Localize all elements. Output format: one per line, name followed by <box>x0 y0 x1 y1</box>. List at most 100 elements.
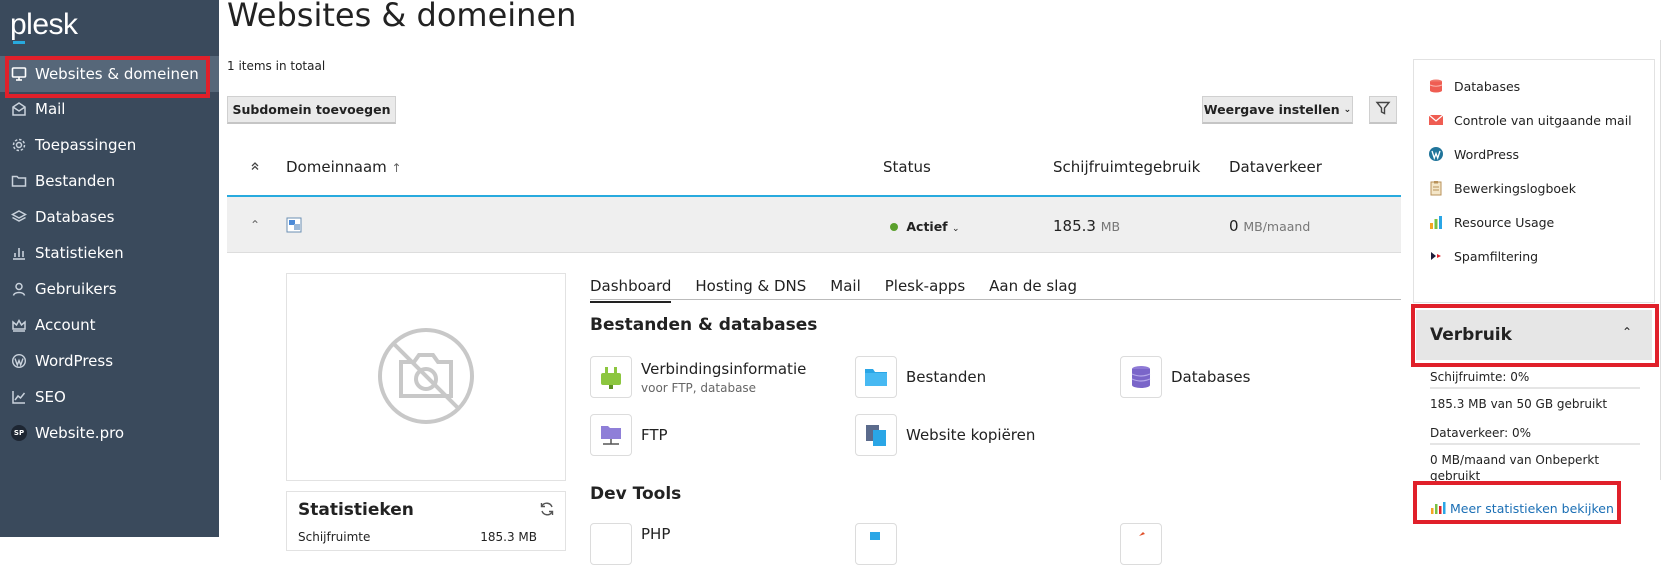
sidebar-item-toepassingen[interactable]: Toepassingen <box>0 127 219 163</box>
sidebar-item-databases[interactable]: Databases <box>0 199 219 235</box>
disk-usage-detail: 185.3 MB van 50 GB gebruikt <box>1430 397 1608 411</box>
disk-usage-bar <box>1430 387 1640 389</box>
folder-icon <box>11 173 27 189</box>
filter-button[interactable] <box>1369 96 1397 124</box>
wordpress-icon <box>1428 146 1444 162</box>
plug-icon <box>590 356 632 398</box>
php-icon <box>590 523 632 565</box>
col-header-status[interactable]: Status <box>883 158 931 176</box>
section-title-files-db: Bestanden & databases <box>590 315 818 335</box>
sidebar-item-statistieken[interactable]: Statistieken <box>0 235 219 271</box>
side-link-outgoing-mail[interactable]: Controle van uitgaande mail <box>1428 112 1632 128</box>
tool-label: Verbindingsinformatie <box>641 359 807 378</box>
sidebar-item-label: Website.pro <box>35 424 125 442</box>
sidebar-item-label: Account <box>35 316 96 334</box>
side-link-wordpress[interactable]: WordPress <box>1428 146 1519 162</box>
traffic-unit: MB/maand <box>1243 219 1311 234</box>
side-link-label: Spamfiltering <box>1454 248 1539 264</box>
ftp-folder-icon <box>590 414 632 456</box>
col-header-traffic[interactable]: Dataverkeer <box>1229 158 1322 176</box>
col-header-disk[interactable]: Schijfruimtegebruik <box>1053 158 1200 176</box>
folder-icon <box>855 356 897 398</box>
domain-favicon-icon[interactable] <box>286 217 302 237</box>
side-link-spamfiltering[interactable]: Spamfiltering <box>1428 248 1538 264</box>
col-header-domain-label: Domeinnaam <box>286 158 387 176</box>
tool-devtool-2[interactable] <box>855 523 906 565</box>
traffic-usage-label: Dataverkeer: 0% <box>1430 426 1531 440</box>
chevron-down-icon: ⌄ <box>951 224 960 234</box>
mail-icon <box>1428 112 1444 128</box>
sidebar-item-label: Gebruikers <box>35 280 117 298</box>
tool-ftp[interactable]: FTP <box>590 414 668 456</box>
col-header-domain[interactable]: Domeinnaam ↑ <box>286 158 402 176</box>
side-link-label: Databases <box>1454 78 1521 94</box>
tool-connection-info[interactable]: Verbindingsinformatie voor FTP, database <box>590 356 806 398</box>
sidebar-item-seo[interactable]: SEO <box>0 379 219 415</box>
sidebar-item-wordpress[interactable]: WordPress <box>0 343 219 379</box>
file-icon <box>855 523 897 565</box>
wordpress-icon <box>11 353 27 369</box>
quick-links-panel: Databases Controle van uitgaande mail Wo… <box>1413 59 1655 303</box>
tool-label: PHP <box>641 525 671 543</box>
sidebar-item-label: Mail <box>35 100 66 118</box>
side-link-databases[interactable]: Databases <box>1428 78 1520 94</box>
disk-usage-cell: 185.3 MB <box>1053 217 1120 235</box>
sidebar-item-bestanden[interactable]: Bestanden <box>0 163 219 199</box>
side-link-label: Bewerkingslogboek <box>1454 180 1576 196</box>
row-collapse-icon[interactable]: ⌃ <box>250 218 260 232</box>
layers-icon <box>11 209 27 225</box>
refresh-icon[interactable] <box>539 501 555 521</box>
sidebar-item-label: Bestanden <box>35 172 116 190</box>
highlight-box-usage <box>1411 304 1659 367</box>
status-dropdown[interactable]: Actief ⌄ <box>890 219 960 234</box>
tool-databases[interactable]: Databases <box>1120 356 1250 398</box>
disk-usage-value: 185.3 <box>1053 217 1096 235</box>
side-link-label: WordPress <box>1454 146 1520 162</box>
tool-label: FTP <box>641 426 668 444</box>
sp-badge-icon: SP <box>11 425 27 441</box>
tool-sublabel: voor FTP, database <box>641 380 757 395</box>
highlight-box-more-stats <box>1413 481 1621 524</box>
status-dot-icon <box>890 223 898 231</box>
section-title-dev-tools: Dev Tools <box>590 484 682 504</box>
mail-icon <box>11 101 27 117</box>
sort-arrow-icon: ↑ <box>391 161 402 175</box>
view-settings-button[interactable]: Weergave instellen ⌄ <box>1202 96 1353 124</box>
view-settings-label: Weergave instellen <box>1203 102 1340 117</box>
side-link-action-log[interactable]: Bewerkingslogboek <box>1428 180 1576 196</box>
user-icon <box>11 281 27 297</box>
tool-files[interactable]: Bestanden <box>855 356 986 398</box>
trend-chart-icon <box>11 389 27 405</box>
scrollbar-track[interactable] <box>1660 40 1661 480</box>
sidebar-item-account[interactable]: Account <box>0 307 219 343</box>
site-preview[interactable] <box>286 273 566 481</box>
chevron-down-icon: ⌄ <box>1343 104 1352 115</box>
sidebar-item-website-pro[interactable]: SP Website.pro <box>0 415 219 451</box>
bar-chart-icon <box>1428 214 1444 230</box>
item-count: 1 items in totaal <box>227 59 326 73</box>
tool-devtool-3[interactable] <box>1120 523 1171 565</box>
gear-icon <box>11 137 27 153</box>
tool-copy-website[interactable]: Website kopiëren <box>855 414 1035 456</box>
side-link-resource-usage[interactable]: Resource Usage <box>1428 214 1554 230</box>
stats-card-title: Statistieken <box>298 500 414 520</box>
traffic-usage-detail-1: 0 MB/maand van Onbeperkt <box>1430 453 1600 467</box>
collapse-all-icon[interactable] <box>249 158 261 176</box>
traffic-cell: 0 MB/maand <box>1229 217 1310 235</box>
tool-php[interactable]: PHP <box>590 523 670 565</box>
tool-label: Bestanden <box>906 368 987 386</box>
sp-badge-text: SP <box>11 425 27 441</box>
tool-label: Databases <box>1171 368 1251 386</box>
traffic-value: 0 <box>1229 217 1239 235</box>
sidebar-item-label: WordPress <box>35 352 114 370</box>
stats-card-row-value: 185.3 MB <box>480 530 537 544</box>
filter-icon <box>1375 100 1391 119</box>
side-link-label: Resource Usage <box>1454 214 1555 230</box>
sidebar-item-gebruikers[interactable]: Gebruikers <box>0 271 219 307</box>
add-subdomain-button[interactable]: Subdomein toevoegen <box>227 96 396 124</box>
database-icon <box>1120 356 1162 398</box>
page-title: Websites & domeinen <box>227 0 577 34</box>
no-image-camera-icon <box>376 326 476 430</box>
crown-icon <box>11 317 27 333</box>
plesk-logo[interactable]: plesk <box>10 8 78 42</box>
